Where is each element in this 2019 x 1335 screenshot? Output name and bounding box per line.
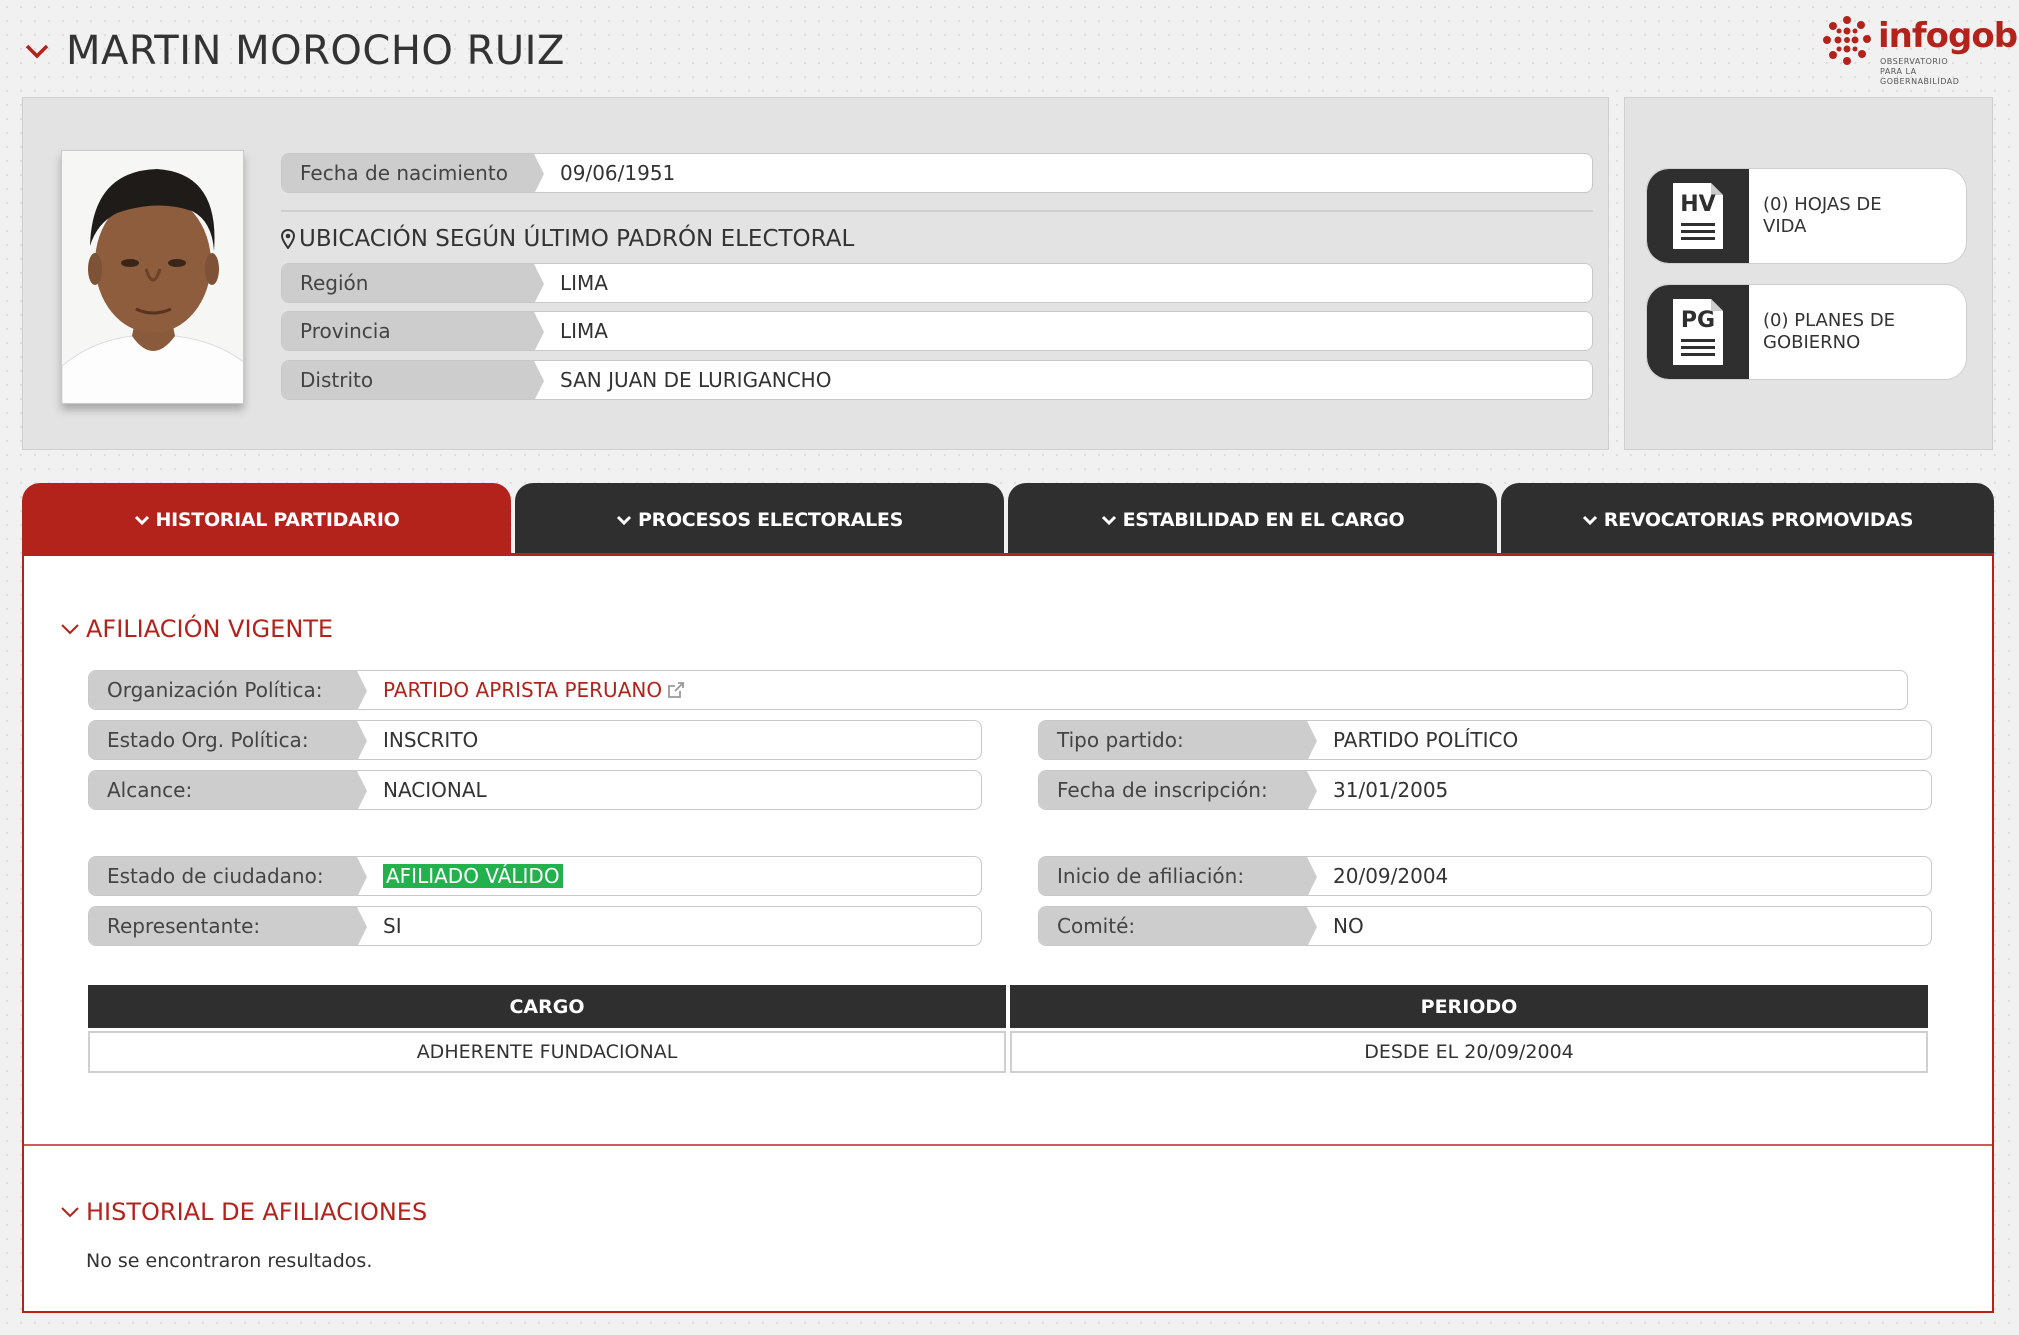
province-value: LIMA (560, 319, 608, 343)
estado-ciudadano-value: AFILIADO VÁLIDO (357, 857, 981, 895)
fecha-inscripcion-label: Fecha de inscripción: (1039, 771, 1317, 809)
tab-historial-partidario[interactable]: HISTORIAL PARTIDARIO (22, 483, 511, 556)
tab-revocatorias-promovidas[interactable]: REVOCATORIAS PROMOVIDAS (1501, 483, 1994, 556)
estado-org-field: Estado Org. Política: INSCRITO (88, 720, 982, 760)
estado-ciudadano-label: Estado de ciudadano: (89, 857, 367, 895)
page-title: MARTIN MOROCHO RUIZ (66, 28, 565, 74)
documents-panel: HV (0) HOJAS DE VIDA PG (0) PLANES DE GO… (1624, 97, 1993, 450)
comite-label: Comité: (1039, 907, 1317, 945)
pg-label: (0) PLANES DE GOBIERNO (1763, 310, 1896, 353)
status-badge: AFILIADO VÁLIDO (383, 864, 563, 888)
chevron-down-icon (1582, 515, 1597, 525)
tab-estabilidad-en-el-cargo[interactable]: ESTABILIDAD EN EL CARGO (1008, 483, 1497, 556)
inicio-afiliacion-field: Inicio de afiliación: 20/09/2004 (1038, 856, 1932, 896)
birthdate-label: Fecha de nacimiento (282, 154, 544, 192)
infogob-logo[interactable]: infogob OBSERVATORIO PARA LA GOBERNABILI… (1818, 12, 2018, 86)
comite-field: Comité: NO (1038, 906, 1932, 946)
region-label: Región (282, 264, 544, 302)
district-value: SAN JUAN DE LURIGANCHO (560, 368, 832, 392)
logo-tagline: OBSERVATORIO PARA LA GOBERNABILIDAD (1880, 57, 1960, 86)
representante-field: Representante: SI (88, 906, 982, 946)
district-field: Distrito SAN JUAN DE LURIGANCHO (281, 360, 1593, 400)
alcance-label: Alcance: (89, 771, 367, 809)
inicio-afiliacion-label: Inicio de afiliación: (1039, 857, 1317, 895)
hv-document-icon: HV (1647, 169, 1749, 263)
fecha-inscripcion-field: Fecha de inscripción: 31/01/2005 (1038, 770, 1932, 810)
province-field: Provincia LIMA (281, 311, 1593, 351)
representante-value: SI (383, 914, 402, 938)
birthdate-value: 09/06/1951 (560, 161, 676, 185)
birthdate-field: Fecha de nacimiento 09/06/1951 (281, 153, 1593, 193)
profile-panel: Fecha de nacimiento 09/06/1951 UBICACIÓN… (22, 97, 1609, 450)
divider (281, 210, 1593, 212)
page-header: MARTIN MOROCHO RUIZ (22, 28, 565, 74)
tab-procesos-electorales[interactable]: PROCESOS ELECTORALES (515, 483, 1004, 556)
historial-afiliaciones-heading[interactable]: HISTORIAL DE AFILIACIONES (60, 1198, 427, 1226)
organizacion-field: Organización Política: PARTIDO APRISTA P… (88, 670, 1908, 710)
estado-org-label: Estado Org. Política: (89, 721, 367, 759)
tipo-partido-value: PARTIDO POLÍTICO (1333, 728, 1519, 752)
table-cell-periodo: DESDE EL 20/09/2004 (1010, 1031, 1928, 1073)
chevron-down-icon (616, 515, 632, 525)
fecha-inscripcion-value: 31/01/2005 (1333, 778, 1449, 802)
pg-document-icon: PG (1647, 285, 1749, 379)
chevron-down-icon (61, 624, 79, 635)
logo-text: infogob (1878, 16, 2018, 56)
map-marker-icon (281, 229, 295, 249)
organizacion-value: PARTIDO APRISTA PERUANO (357, 671, 1907, 709)
logo-dots-icon (1823, 16, 1871, 65)
table-header-periodo: PERIODO (1010, 985, 1928, 1028)
chevron-down-icon (1101, 515, 1116, 525)
chevron-down-icon[interactable] (22, 36, 52, 66)
tab-content: AFILIACIÓN VIGENTE Organización Política… (22, 556, 1994, 1313)
organizacion-link[interactable]: PARTIDO APRISTA PERUANO (383, 678, 662, 702)
tipo-partido-field: Tipo partido: PARTIDO POLÍTICO (1038, 720, 1932, 760)
chevron-down-icon (61, 1207, 79, 1218)
province-label: Provincia (282, 312, 544, 350)
region-field: Región LIMA (281, 263, 1593, 303)
alcance-value: NACIONAL (383, 778, 487, 802)
hv-label: (0) HOJAS DE VIDA (1763, 194, 1882, 237)
table-header-cargo: CARGO (88, 985, 1006, 1028)
location-heading: UBICACIÓN SEGÚN ÚLTIMO PADRÓN ELECTORAL (281, 226, 854, 252)
chevron-down-icon (134, 515, 149, 525)
hojas-de-vida-button[interactable]: HV (0) HOJAS DE VIDA (1646, 168, 1967, 264)
representante-label: Representante: (89, 907, 367, 945)
candidate-photo (61, 150, 244, 404)
tipo-partido-label: Tipo partido: (1039, 721, 1317, 759)
region-value: LIMA (560, 271, 608, 295)
district-label: Distrito (282, 361, 544, 399)
section-divider (24, 1144, 1992, 1146)
estado-org-value: INSCRITO (383, 728, 479, 752)
planes-de-gobierno-button[interactable]: PG (0) PLANES DE GOBIERNO (1646, 284, 1967, 380)
portrait-image (62, 151, 243, 403)
estado-ciudadano-field: Estado de ciudadano: AFILIADO VÁLIDO (88, 856, 982, 896)
alcance-field: Alcance: NACIONAL (88, 770, 982, 810)
afiliacion-vigente-heading[interactable]: AFILIACIÓN VIGENTE (60, 615, 333, 643)
inicio-afiliacion-value: 20/09/2004 (1333, 864, 1449, 888)
table-cell-cargo: ADHERENTE FUNDACIONAL (88, 1031, 1006, 1073)
no-results-text: No se encontraron resultados. (86, 1250, 373, 1272)
organizacion-label: Organización Política: (89, 671, 367, 709)
comite-value: NO (1333, 914, 1364, 938)
external-link-icon[interactable] (666, 680, 686, 700)
